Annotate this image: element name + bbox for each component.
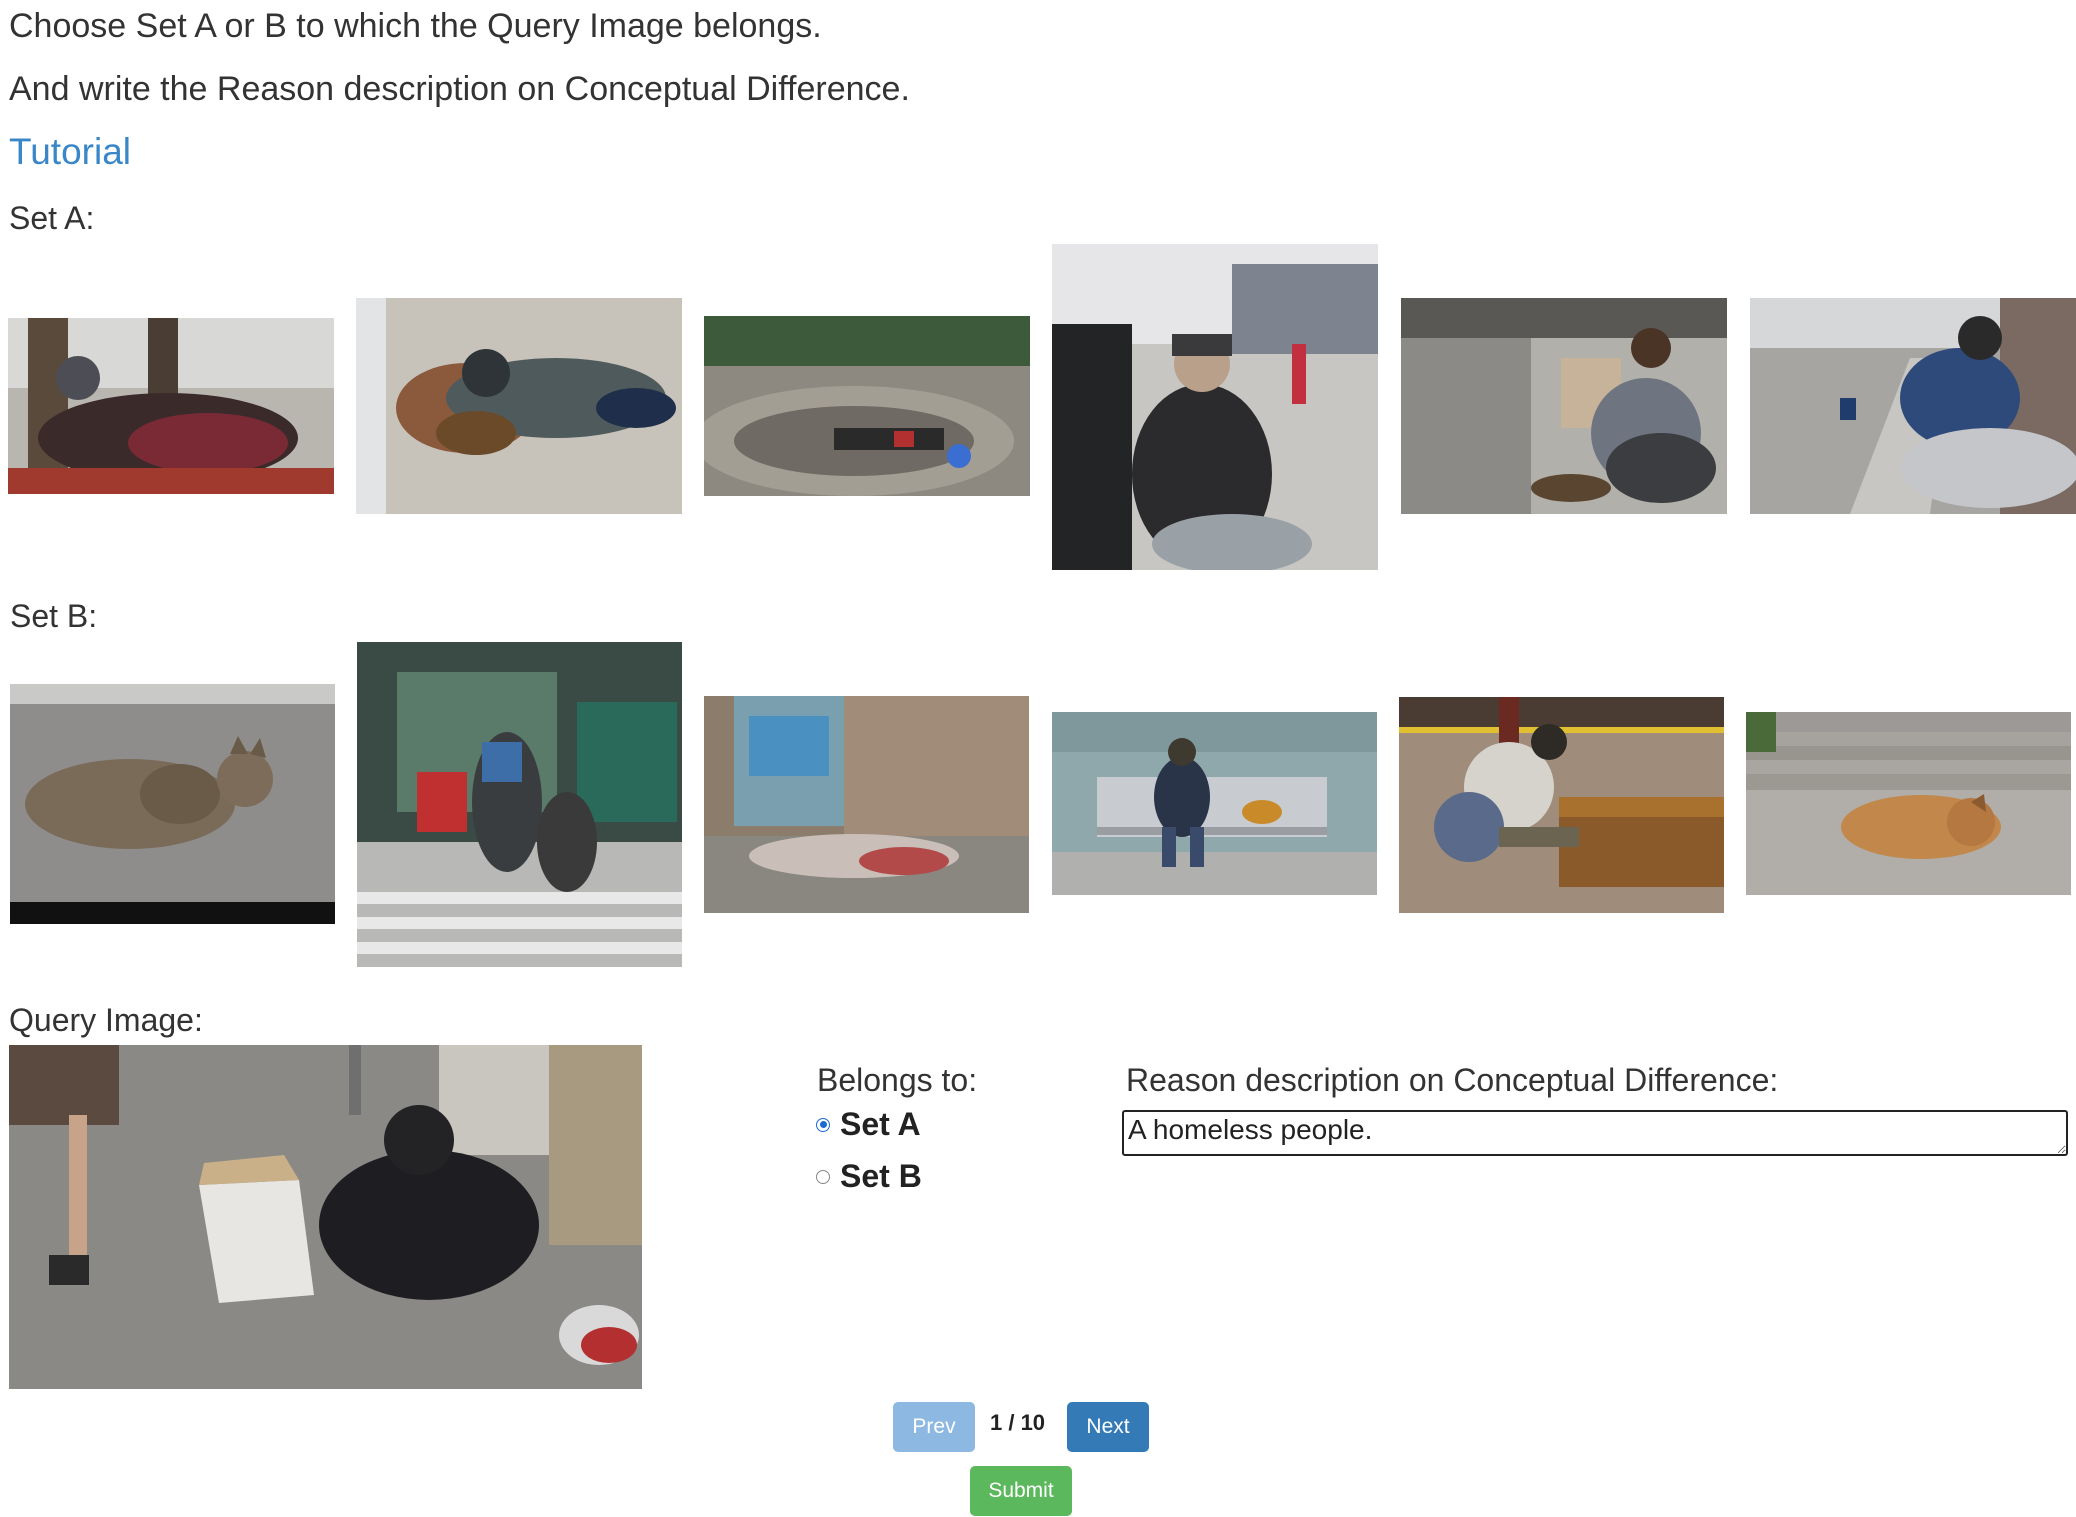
set-a-image-2 bbox=[356, 298, 682, 514]
instruction-line-1: Choose Set A or B to which the Query Ima… bbox=[9, 7, 822, 45]
set-a-image-1 bbox=[8, 318, 334, 494]
belongs-to-label: Belongs to: bbox=[817, 1062, 978, 1098]
query-image-label: Query Image: bbox=[9, 1002, 203, 1038]
submit-button[interactable]: Submit bbox=[970, 1466, 1072, 1516]
set-b-label: Set B: bbox=[10, 598, 98, 634]
query-image bbox=[9, 1045, 642, 1389]
set-b-image-1 bbox=[10, 684, 335, 924]
set-b-image-6 bbox=[1746, 712, 2071, 895]
reason-input[interactable]: A homeless people. bbox=[1122, 1110, 2068, 1156]
prev-button[interactable]: Prev bbox=[893, 1402, 975, 1452]
set-b-image-3 bbox=[704, 696, 1029, 913]
set-b-image-4 bbox=[1052, 712, 1377, 895]
tutorial-link[interactable]: Tutorial bbox=[9, 131, 131, 173]
set-b-image-2 bbox=[357, 642, 682, 967]
radio-set-a-label[interactable]: Set A bbox=[840, 1106, 921, 1143]
set-a-image-5 bbox=[1401, 298, 1727, 514]
set-a-image-6 bbox=[1750, 298, 2076, 514]
set-a-label: Set A: bbox=[9, 200, 95, 236]
set-b-image-5 bbox=[1399, 697, 1724, 913]
set-a-image-3 bbox=[704, 316, 1030, 496]
radio-set-a-button[interactable] bbox=[816, 1117, 830, 1132]
instruction-line-2: And write the Reason description on Conc… bbox=[9, 70, 910, 108]
radio-set-b-button[interactable] bbox=[816, 1169, 830, 1184]
set-a-image-4 bbox=[1052, 244, 1378, 570]
radio-set-a[interactable]: Set A bbox=[816, 1106, 921, 1143]
page-indicator: 1 / 10 bbox=[990, 1410, 1046, 1435]
reason-label: Reason description on Conceptual Differe… bbox=[1126, 1062, 1779, 1098]
next-button[interactable]: Next bbox=[1067, 1402, 1149, 1452]
radio-set-b-label[interactable]: Set B bbox=[840, 1158, 922, 1195]
radio-set-b[interactable]: Set B bbox=[816, 1158, 922, 1195]
